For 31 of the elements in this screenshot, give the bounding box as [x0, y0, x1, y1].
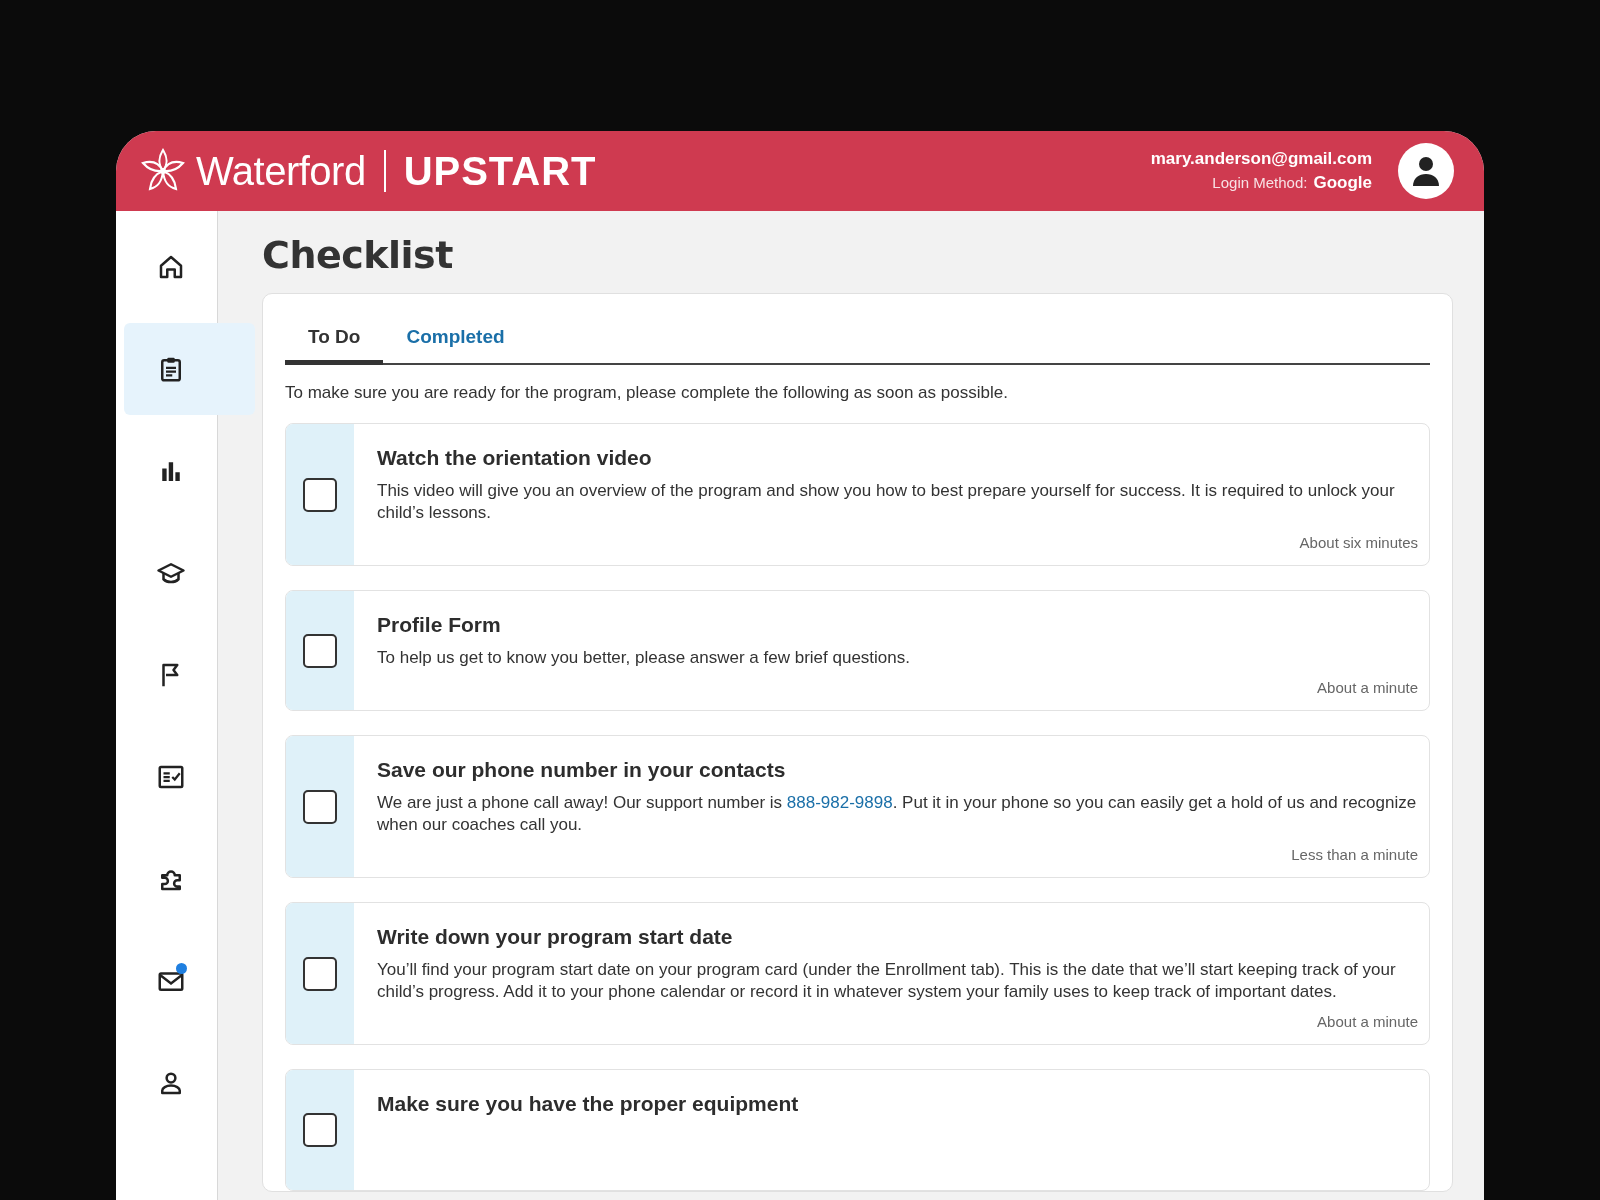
page-title: Checklist [262, 233, 454, 277]
task-description: You’ll find your program start date on your program card (under the Enrollment tab). This is the date that we’ll start keeping track of your child’s progress. Add it to your phone calendar or record it in whatever system your family uses to keep track of important dates. [377, 959, 1397, 1003]
task-checkbox[interactable] [303, 1113, 337, 1147]
task-title: Save our phone number in your contacts [377, 758, 787, 782]
task-checkbox[interactable] [303, 956, 337, 991]
task-duration: About a minute [1316, 679, 1418, 696]
task-title: Make sure you have the proper equipment [377, 1092, 800, 1116]
brand-name: Waterford [196, 148, 366, 194]
task-checkbox[interactable] [303, 477, 337, 512]
tab[interactable]: To Do [285, 322, 384, 365]
task-description: We are just a phone call away! Our support number is 888-982-9898. Put it in your phone so you can easily get a hold of us and recognize when our coaches call you. [377, 792, 1418, 836]
phone-link[interactable]: 888-982-9898 [786, 793, 893, 812]
avatar-button[interactable] [1398, 143, 1454, 199]
product-name: UPSTART [403, 148, 597, 194]
person-icon [1412, 156, 1440, 186]
task-title: Watch the orientation video [377, 446, 653, 470]
task-checkbox[interactable] [303, 789, 337, 824]
task-duration: About a minute [1316, 1013, 1418, 1030]
task-duration: About six minutes [1298, 534, 1418, 551]
task-description: To help us get to know you better, please answer a few brief questions. [377, 647, 911, 669]
tab[interactable]: Completed [383, 322, 528, 365]
task-title: Profile Form [377, 613, 502, 637]
account-email: mary.anderson@gmail.com [1150, 149, 1372, 169]
intro-text: To make sure you are ready for the program, please complete the following as soon as possible. [285, 383, 1009, 403]
login-method-label: Login Method: [1212, 174, 1308, 191]
task-checkbox[interactable] [303, 633, 337, 668]
login-method-value: Google [1313, 173, 1372, 193]
task-title: Write down your program start date [377, 925, 734, 949]
task-duration: Less than a minute [1290, 846, 1418, 863]
nav-item[interactable] [124, 323, 255, 415]
task-description: This video will give you an overview of the program and show you how to best prepare yourself for success. It is required to unlock your child’s lessons. [377, 480, 1396, 524]
